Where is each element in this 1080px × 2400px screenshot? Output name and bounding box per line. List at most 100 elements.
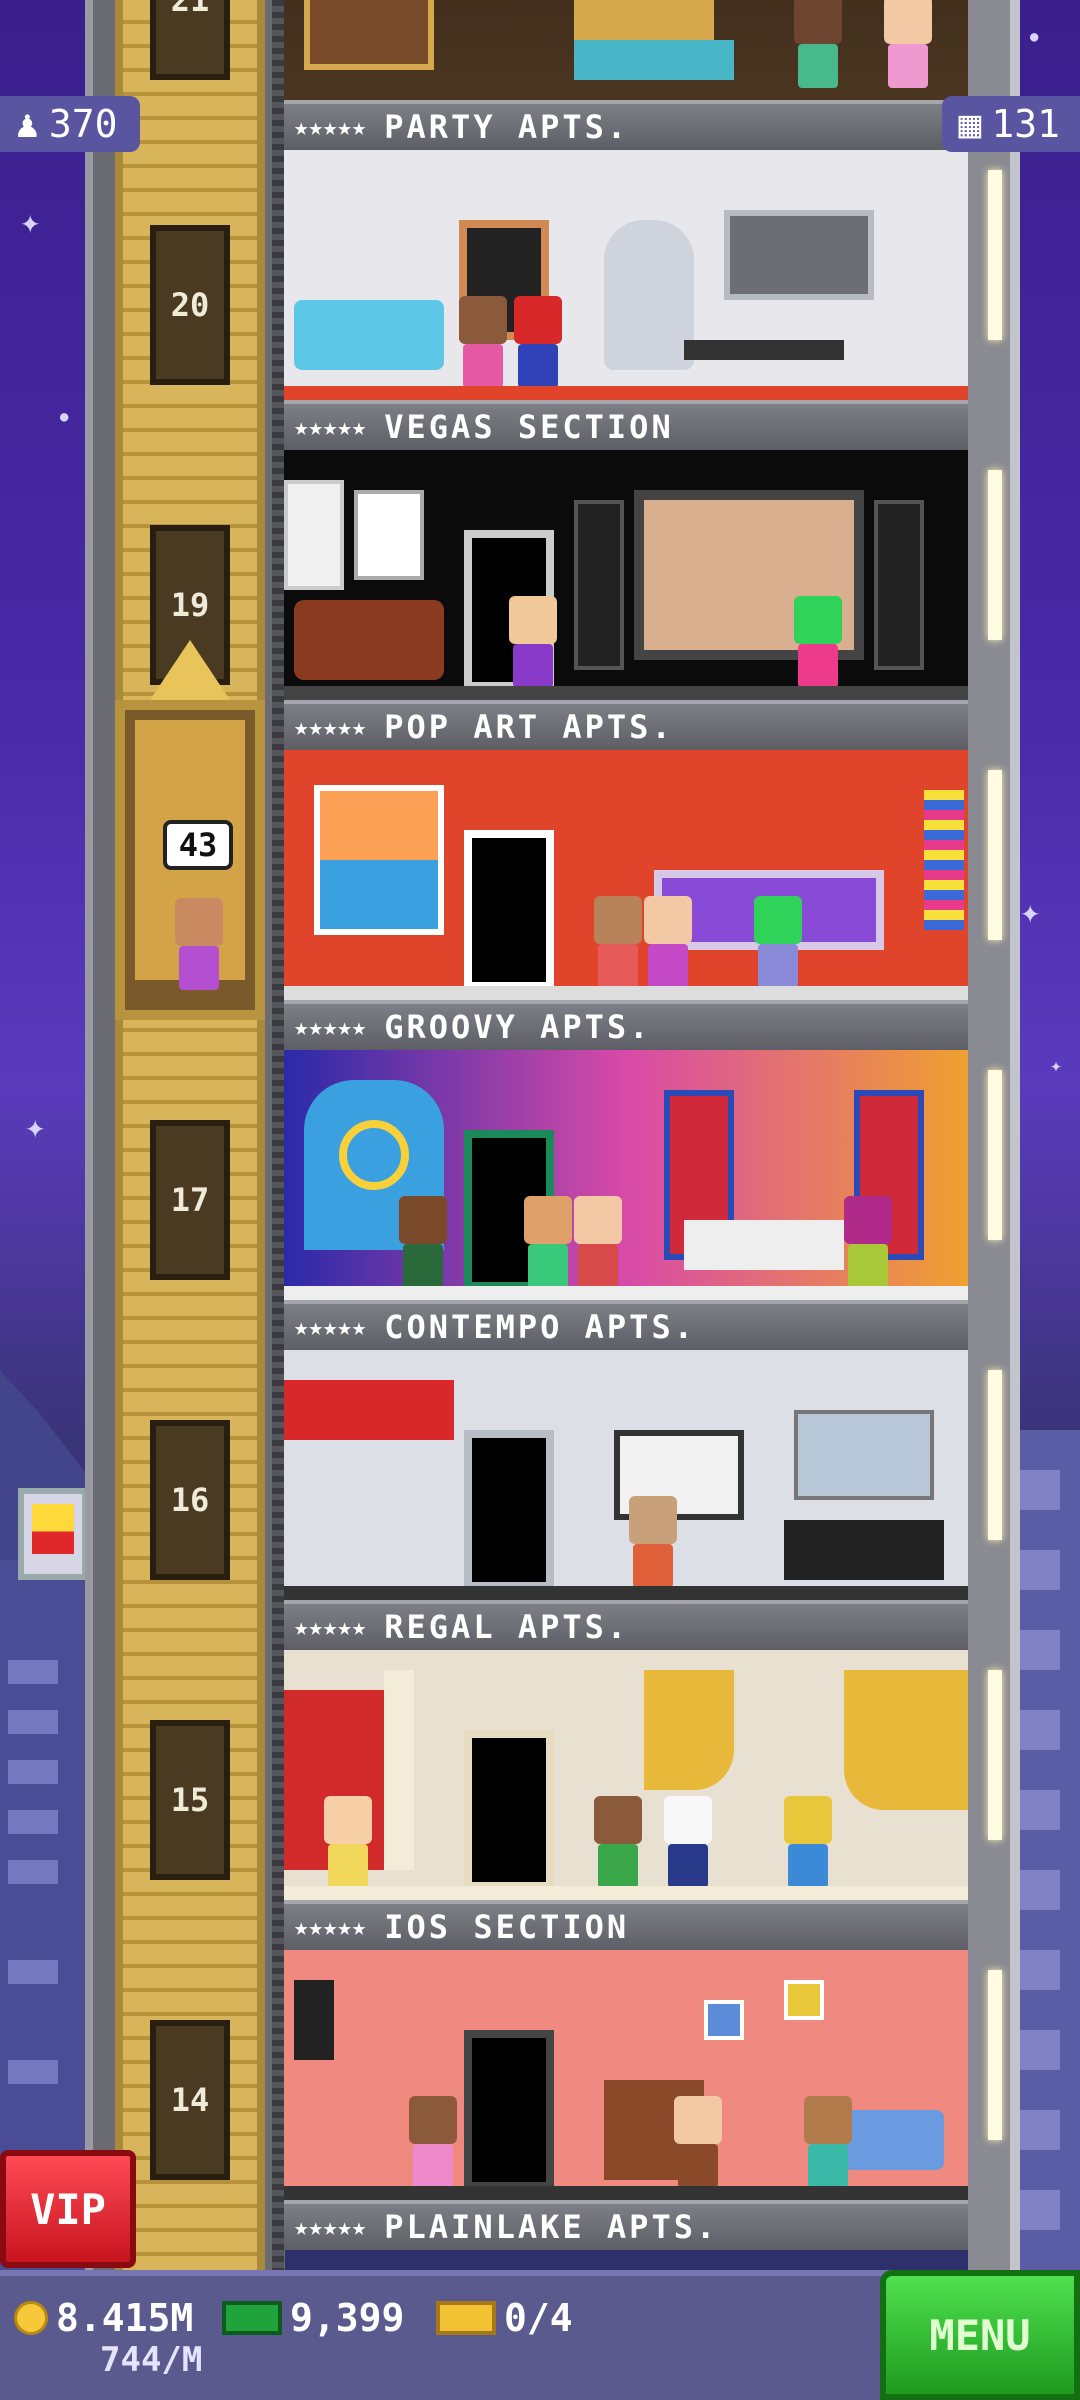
shaft-floor-number: 15	[150, 1720, 230, 1880]
resident[interactable]	[399, 1196, 447, 1288]
resident[interactable]	[664, 1796, 712, 1888]
floor-pop-art-apts[interactable]: ★★★★★ POP ART APTS.	[284, 450, 968, 750]
shaft-floor-number: 17	[150, 1120, 230, 1280]
star-decoration: ●	[1030, 29, 1039, 45]
floor-name: POP ART APTS.	[384, 708, 674, 746]
floor-groovy-apts[interactable]: ★★★★★ GROOVY APTS.	[284, 750, 968, 1050]
resident[interactable]	[629, 1496, 677, 1588]
star-rating: ★★★★★	[294, 713, 367, 741]
floor-label: ★★★★★ VEGAS SECTION	[284, 400, 968, 450]
room-interior	[284, 1950, 968, 2200]
star-rating: ★★★★★	[294, 1613, 367, 1641]
star-rating: ★★★★★	[294, 1013, 367, 1041]
bux-icon	[222, 2301, 282, 2335]
resident[interactable]	[524, 1196, 572, 1288]
coins-per-minute: 744/M	[100, 2340, 203, 2380]
person-icon: ♟	[16, 102, 39, 146]
floor-name: GROOVY APTS.	[384, 1008, 652, 1046]
resident[interactable]	[574, 1196, 622, 1288]
floor-label: ★★★★★ PLAINLAKE APTS.	[284, 2200, 968, 2250]
floor-counter[interactable]: ▦ 131	[942, 96, 1080, 152]
floor-name: CONTEMPO APTS.	[384, 1308, 696, 1346]
floor-plainlake-apts[interactable]: ★★★★★ PLAINLAKE APTS.	[284, 1950, 968, 2250]
tower-window-light	[988, 470, 1002, 640]
tickets-value: 0/4	[504, 2296, 573, 2340]
resident[interactable]	[674, 2096, 722, 2188]
floor-label: ★★★★★ CONTEMPO APTS.	[284, 1300, 968, 1350]
ticket-icon	[436, 2301, 496, 2335]
apartment-door	[464, 830, 554, 990]
elevator-track	[272, 0, 284, 2270]
floor-label: ★★★★★ POP ART APTS.	[284, 700, 968, 750]
floor-name: PARTY APTS.	[384, 108, 630, 146]
tower-window-light	[988, 1670, 1002, 1840]
resident[interactable]	[884, 0, 932, 88]
resident[interactable]	[844, 1196, 892, 1288]
floor-label: ★★★★★ REGAL APTS.	[284, 1600, 968, 1650]
floor-ios-section[interactable]: ★★★★★ IOS SECTION	[284, 1650, 968, 1950]
resident[interactable]	[594, 896, 642, 988]
resident[interactable]	[594, 1796, 642, 1888]
elevator-passenger[interactable]	[175, 898, 223, 990]
floor-name: VEGAS SECTION	[384, 408, 674, 446]
star-rating: ★★★★★	[294, 2213, 367, 2241]
tower-window-light	[988, 170, 1002, 340]
tickets-display[interactable]: 0/4	[436, 2296, 573, 2340]
floor-vegas-section[interactable]: ★★★★★ VEGAS SECTION	[284, 150, 968, 450]
apartment-door	[464, 1430, 554, 1590]
room-interior	[284, 1350, 968, 1600]
resident[interactable]	[514, 296, 562, 388]
resident[interactable]	[324, 1796, 372, 1888]
fries-billboard	[18, 1488, 88, 1580]
floor-label: ★★★★★ PARTY APTS.	[284, 100, 968, 150]
resident[interactable]	[804, 2096, 852, 2188]
menu-button[interactable]: MENU	[880, 2270, 1080, 2400]
resident[interactable]	[409, 2096, 457, 2188]
resident[interactable]	[509, 596, 557, 688]
city-building-right	[1010, 1430, 1080, 2310]
vip-button[interactable]: VIP	[0, 2150, 136, 2268]
resident[interactable]	[794, 596, 842, 688]
tower-window-light	[988, 1370, 1002, 1540]
population-value: 370	[48, 102, 118, 146]
bux-value: 9,399	[290, 2296, 405, 2340]
room-interior	[284, 450, 968, 700]
resident[interactable]	[754, 896, 802, 988]
star-decoration: ✦	[1050, 1053, 1063, 1077]
star-rating: ★★★★★	[294, 1313, 367, 1341]
tower-window-light	[988, 1070, 1002, 1240]
coins-display[interactable]: 8.415M	[14, 2296, 193, 2340]
population-counter[interactable]: ♟ 370	[0, 96, 140, 152]
floor-party-apts[interactable]: ★★★★★ PARTY APTS.	[284, 0, 968, 150]
room-interior	[284, 0, 968, 100]
shaft-floor-number: 16	[150, 1420, 230, 1580]
shaft-floor-number: 14	[150, 2020, 230, 2180]
floor-label: ★★★★★ IOS SECTION	[284, 1900, 968, 1950]
resident[interactable]	[794, 0, 842, 88]
resident[interactable]	[459, 296, 507, 388]
resident[interactable]	[784, 1796, 832, 1888]
floor-contempo-apts[interactable]: ★★★★★ CONTEMPO APTS.	[284, 1050, 968, 1350]
floor-name: PLAINLAKE APTS.	[384, 2208, 719, 2246]
star-decoration: ✦	[25, 1107, 46, 1147]
star-decoration: ✦	[1020, 892, 1041, 932]
apartment-door	[464, 2030, 554, 2190]
resident[interactable]	[644, 896, 692, 988]
floor-name: IOS SECTION	[384, 1908, 630, 1946]
star-rating: ★★★★★	[294, 1913, 367, 1941]
star-decoration: ●	[60, 409, 69, 425]
elevator-car[interactable]: 43	[115, 640, 265, 1020]
floor-regal-apts[interactable]: ★★★★★ REGAL APTS.	[284, 1350, 968, 1650]
fries-icon	[32, 1504, 74, 1554]
star-decoration: ✦	[20, 202, 41, 242]
floor-name: REGAL APTS.	[384, 1608, 630, 1646]
bux-display[interactable]: 9,399	[222, 2296, 404, 2340]
room-interior	[284, 750, 968, 1000]
star-rating: ★★★★★	[294, 413, 367, 441]
coins-value: 8.415M	[56, 2296, 194, 2340]
room-interior	[284, 1650, 968, 1900]
peace-sign-icon	[339, 1120, 409, 1190]
tower-window-light	[988, 1970, 1002, 2140]
star-rating: ★★★★★	[294, 113, 367, 141]
floor-count-value: 131	[991, 102, 1060, 146]
